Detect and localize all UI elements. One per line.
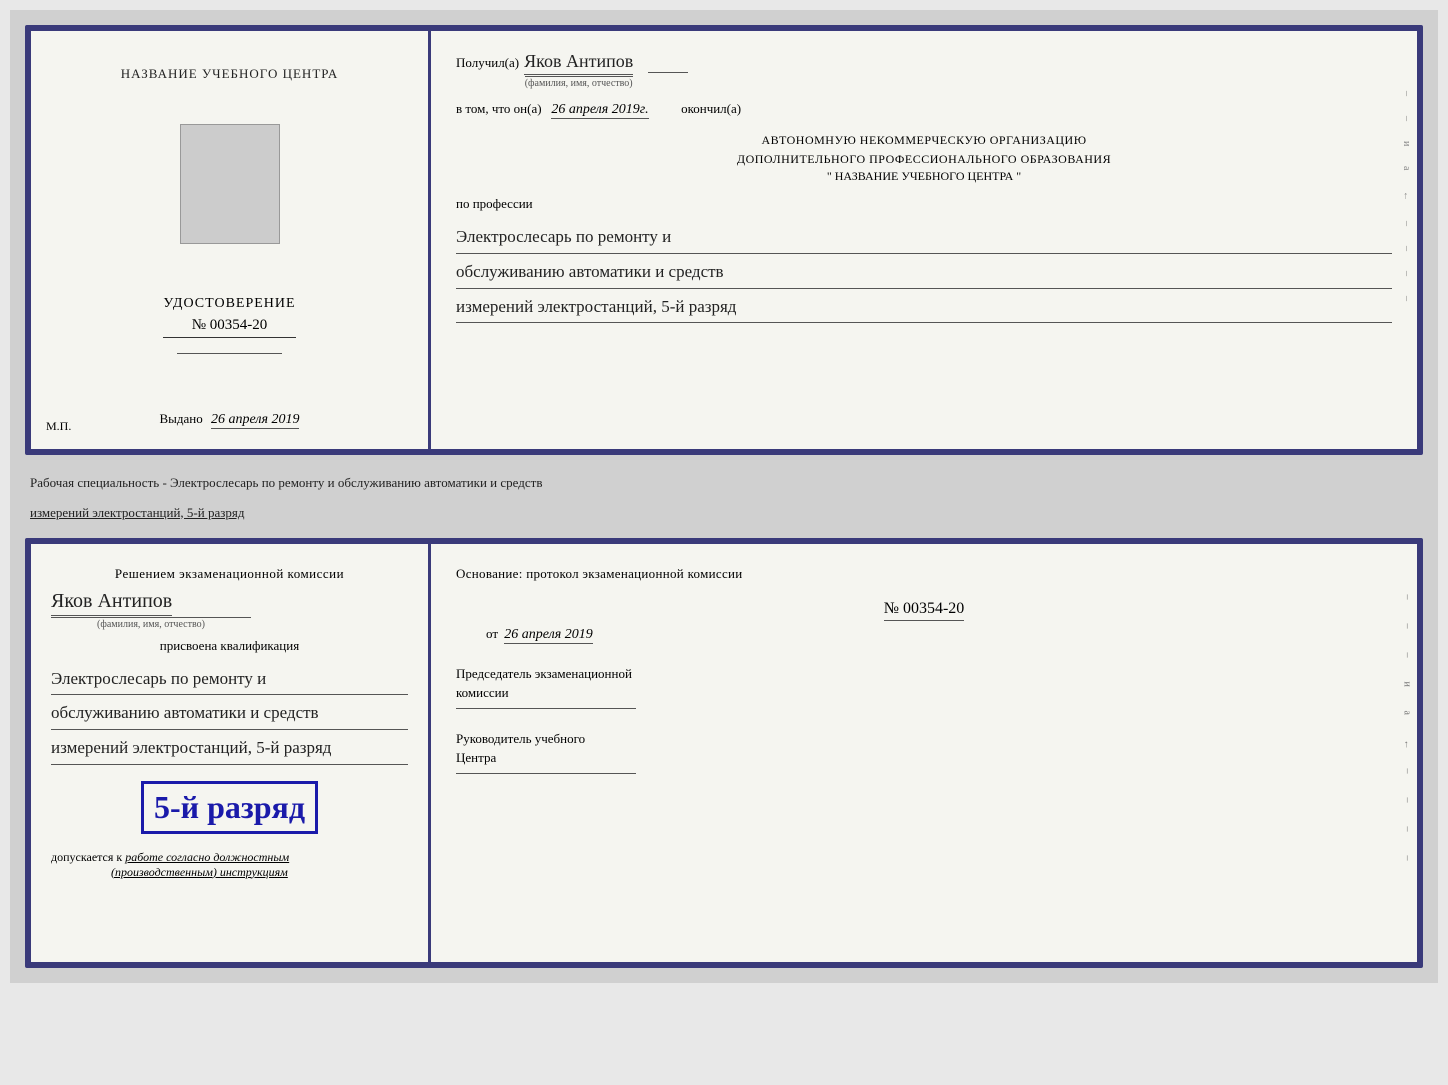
protocol-number: № 00354-20 xyxy=(884,600,965,621)
qual-line2: обслуживанию автоматики и средств xyxy=(51,698,408,730)
chairman-block: Председатель экзаменационной комиссии xyxy=(456,664,1392,709)
big-rank-container: 5-й разряд xyxy=(51,773,408,842)
middle-text-1: Рабочая специальность - Электрослесарь п… xyxy=(30,468,1418,498)
work-desc: работе согласно должностным xyxy=(125,850,289,864)
ot-prefix: от xyxy=(486,626,498,641)
top-right-panel: Получил(а) Яков Антипов (фамилия, имя, о… xyxy=(431,31,1417,449)
received-line: Получил(а) Яков Антипов (фамилия, имя, о… xyxy=(456,51,1392,89)
vtom-prefix: в том, что он(а) xyxy=(456,101,542,116)
ot-date: 26 апреля 2019 xyxy=(504,627,592,644)
org-line1: АВТОНОМНУЮ НЕКОММЕРЧЕСКУЮ ОРГАНИЗАЦИЮ xyxy=(456,131,1392,150)
vtom-line: в том, что он(а) 26 апреля 2019г. окончи… xyxy=(456,101,1392,119)
profession-block-top: Электрослесарь по ремонту и обслуживанию… xyxy=(456,222,1392,323)
big-rank-badge: 5-й разряд xyxy=(141,781,318,834)
osnovaniye-text: Основание: протокол экзаменационной коми… xyxy=(456,564,1392,585)
ruk-line2: Центра xyxy=(456,748,1392,768)
profession-line2-top: обслуживанию автоматики и средств xyxy=(456,257,1392,289)
page-wrapper: НАЗВАНИЕ УЧЕБНОГО ЦЕНТРА УДОСТОВЕРЕНИЕ №… xyxy=(10,10,1438,983)
middle-section: Рабочая специальность - Электрослесарь п… xyxy=(25,463,1423,530)
work-desc2: (производственным) инструкциям xyxy=(111,865,288,879)
right-deco-bottom: – – – и а ← – – – – xyxy=(1402,594,1412,866)
org-quote: " НАЗВАНИЕ УЧЕБНОГО ЦЕНТРА " xyxy=(456,169,1392,184)
okonchil-text: окончил(а) xyxy=(681,101,741,116)
vtom-date: 26 апреля 2019г. xyxy=(551,102,648,119)
photo-placeholder xyxy=(180,124,280,244)
ot-line: от 26 апреля 2019 xyxy=(486,626,1392,644)
ruk-line1: Руководитель учебного xyxy=(456,729,1392,749)
bottom-left-panel: Решением экзаменационной комиссии Яков А… xyxy=(31,544,431,962)
issued-label: Выдано xyxy=(160,411,203,426)
right-deco-top: – – и а ← – – – – xyxy=(1401,91,1412,301)
cert-number-top: № 00354-20 xyxy=(163,317,295,338)
org-line2: ДОПОЛНИТЕЛЬНОГО ПРОФЕССИОНАЛЬНОГО ОБРАЗО… xyxy=(456,150,1392,169)
qual-block-bottom: Электрослесарь по ремонту и обслуживанию… xyxy=(51,664,408,765)
dopuskaetsya-label: допускается к xyxy=(51,850,122,864)
org-block: АВТОНОМНУЮ НЕКОММЕРЧЕСКУЮ ОРГАНИЗАЦИЮ ДО… xyxy=(456,131,1392,184)
issued-line: Выдано 26 апреля 2019 xyxy=(160,411,300,429)
qual-line3: измерений электростанций, 5-й разряд xyxy=(51,733,408,765)
recipient-name: Яков Антипов xyxy=(524,51,633,75)
fio-label-top: (фамилия, имя, отчество) xyxy=(525,76,633,89)
qual-line1: Электрослесарь по ремонту и xyxy=(51,664,408,696)
mp-stamp: М.П. xyxy=(46,419,71,434)
recipient-name-bottom: Яков Антипов xyxy=(51,590,172,616)
po-professii-label: по профессии xyxy=(456,196,1392,212)
profession-line1-top: Электрослесарь по ремонту и xyxy=(456,222,1392,254)
chairman-line1: Председатель экзаменационной xyxy=(456,664,1392,684)
resolution-line1: Решением экзаменационной комиссии xyxy=(51,564,408,585)
poluchil-prefix: Получил(а) xyxy=(456,55,519,71)
profession-line3-top: измерений электростанций, 5-й разряд xyxy=(456,292,1392,324)
top-left-panel: НАЗВАНИЕ УЧЕБНОГО ЦЕНТРА УДОСТОВЕРЕНИЕ №… xyxy=(31,31,431,449)
dopuskaetsya-block: допускается к работе согласно должностны… xyxy=(51,850,408,880)
chairman-line2: комиссии xyxy=(456,683,1392,703)
fio-label-bottom: (фамилия, имя, отчество) xyxy=(51,617,251,630)
top-cert-title: НАЗВАНИЕ УЧЕБНОГО ЦЕНТРА xyxy=(121,66,338,82)
udostoverenie-title: УДОСТОВЕРЕНИЕ xyxy=(163,296,295,312)
issued-date: 26 апреля 2019 xyxy=(211,412,299,429)
middle-text-2: измерений электростанций, 5-й разряд xyxy=(30,498,1418,528)
bottom-right-panel: Основание: протокол экзаменационной коми… xyxy=(431,544,1417,962)
fio-block-bottom: Яков Антипов (фамилия, имя, отчество) xyxy=(51,590,408,630)
protocol-number-block: № 00354-20 xyxy=(456,600,1392,621)
assigned-text: присвоена квалификация xyxy=(51,638,408,654)
ruk-signature-line xyxy=(456,773,636,774)
top-document: НАЗВАНИЕ УЧЕБНОГО ЦЕНТРА УДОСТОВЕРЕНИЕ №… xyxy=(25,25,1423,455)
bottom-document: Решением экзаменационной комиссии Яков А… xyxy=(25,538,1423,968)
chairman-signature-line xyxy=(456,708,636,709)
ruk-block: Руководитель учебного Центра xyxy=(456,729,1392,774)
